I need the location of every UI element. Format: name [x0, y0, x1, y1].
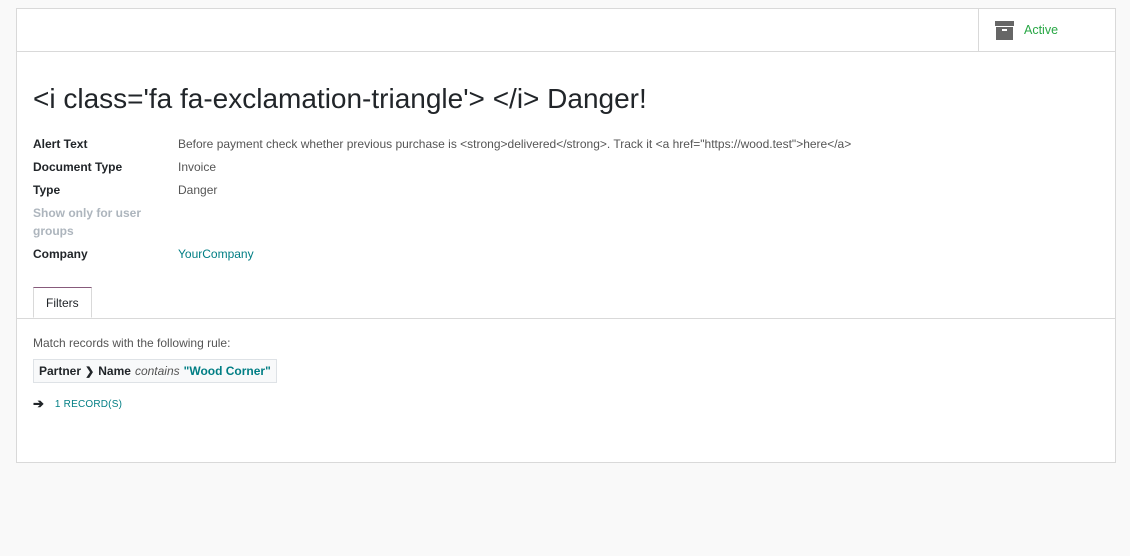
- arrow-right-icon: ➔: [33, 396, 44, 411]
- user-groups-label: Show only for user groups: [33, 204, 178, 240]
- field-group: Alert Text Before payment check whether …: [33, 135, 1093, 268]
- domain-rule[interactable]: Partner ❯ Name contains "Wood Corner": [33, 359, 277, 383]
- notebook-tabs: Filters: [17, 286, 1115, 319]
- records-link[interactable]: ➔ 1 RECORD(S): [33, 396, 1093, 412]
- domain-value: "Wood Corner": [183, 364, 271, 378]
- field-row-user-groups: Show only for user groups: [33, 204, 1093, 240]
- user-groups-label-text: Show only for user groups: [33, 206, 142, 238]
- field-row-alert-text: Alert Text Before payment check whether …: [33, 135, 1093, 153]
- field-row-company: Company YourCompany: [33, 245, 1093, 263]
- alert-text-label: Alert Text: [33, 137, 88, 151]
- field-row-document-type: Document Type Invoice: [33, 158, 1093, 176]
- rule-description: Match records with the following rule:: [33, 336, 231, 350]
- type-label: Type: [33, 183, 61, 197]
- form-sheet: Active <i class='fa fa-exclamation-trian…: [16, 8, 1116, 463]
- company-label: Company: [33, 247, 88, 261]
- records-count: 1 RECORD(S): [54, 398, 123, 410]
- domain-path-start: Partner: [39, 364, 82, 378]
- field-row-type: Type Danger: [33, 181, 1093, 199]
- button-box: Active: [17, 9, 1115, 52]
- chevron-right-icon: ❯: [85, 365, 95, 378]
- document-type-value: Invoice: [178, 160, 217, 174]
- domain-path-end: Name: [98, 364, 131, 378]
- filters-tab-content: Match records with the following rule: P…: [33, 335, 1093, 412]
- domain-operator: contains: [134, 364, 180, 378]
- document-type-label: Document Type: [33, 160, 123, 174]
- type-value: Danger: [178, 183, 218, 197]
- archive-icon: [995, 20, 1014, 40]
- record-title: <i class='fa fa-exclamation-triangle'> <…: [33, 83, 647, 114]
- active-label: Active: [1024, 23, 1059, 37]
- active-toggle-button[interactable]: Active: [978, 9, 1115, 51]
- alert-text-value: Before payment check whether previous pu…: [178, 137, 852, 151]
- company-link[interactable]: YourCompany: [178, 245, 254, 263]
- tab-filters[interactable]: Filters: [33, 287, 92, 318]
